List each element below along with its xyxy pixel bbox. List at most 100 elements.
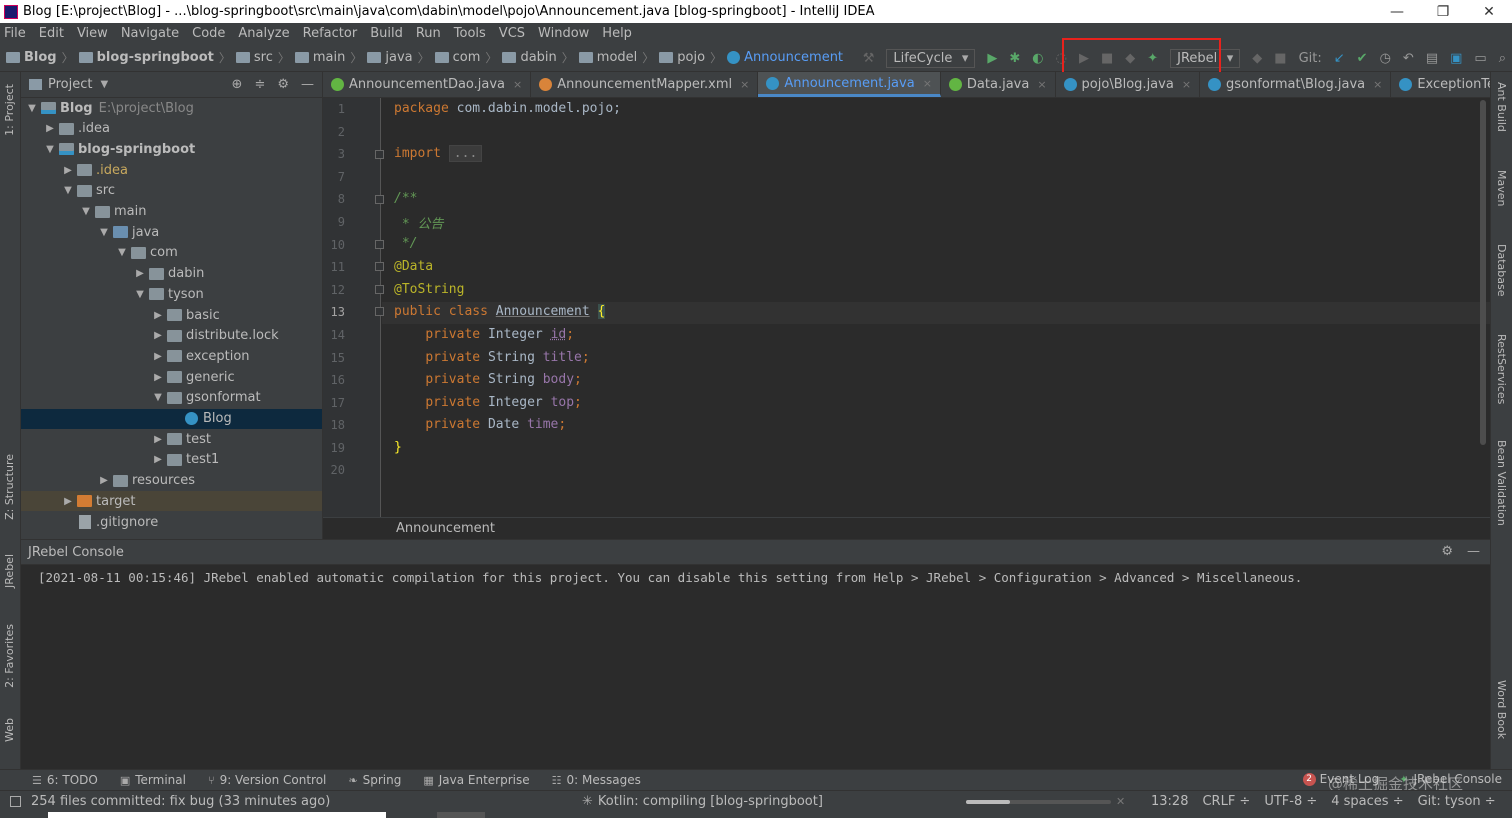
jrebel-update-icon[interactable]: ◆ [1252, 51, 1262, 66]
chevron-right-icon[interactable]: ▶ [151, 434, 165, 445]
chevron-down-icon[interactable]: ▼ [115, 247, 129, 258]
chevron-down-icon[interactable]: ▼ [43, 144, 57, 155]
chevron-right-icon[interactable]: ▶ [151, 351, 165, 362]
tree-item[interactable]: ▼ Blog E:\project\Blog [21, 98, 322, 118]
fold-marker-icon[interactable] [375, 150, 384, 159]
tree-item[interactable]: .gitignore [21, 512, 322, 532]
editor-tab[interactable]: ExceptionTest.java× [1391, 72, 1490, 97]
fold-marker-icon[interactable] [375, 307, 384, 316]
tool-tab-bean-validation[interactable]: Bean Validation [1495, 440, 1508, 526]
collapse-all-icon[interactable]: ≑ [254, 77, 265, 92]
fold-marker-icon[interactable] [375, 285, 384, 294]
menu-analyze[interactable]: Analyze [238, 26, 289, 41]
tree-item[interactable]: ▶ distribute.lock [21, 326, 322, 346]
tool-button-java-enterprise[interactable]: ▦ Java Enterprise [423, 773, 529, 787]
close-tab-icon[interactable]: × [923, 77, 932, 90]
menu-refactor[interactable]: Refactor [303, 26, 358, 41]
menu-vcs[interactable]: VCS [499, 26, 525, 41]
tool-button-terminal[interactable]: ▣ Terminal [120, 773, 186, 787]
chevron-down-icon[interactable]: ▼ [25, 103, 39, 114]
restore-button[interactable]: ❐ [1420, 4, 1466, 20]
chevron-down-icon[interactable]: ▼ [79, 206, 93, 217]
tree-item[interactable]: ▶ test1 [21, 450, 322, 470]
chevron-down-icon[interactable]: ▼ [151, 392, 165, 403]
breadcrumb-com[interactable]: com [434, 50, 480, 65]
chevron-right-icon[interactable]: ▶ [151, 454, 165, 465]
tool-tab-ant-build[interactable]: Ant Build [1495, 82, 1508, 132]
close-window-button[interactable]: ✕ [1466, 4, 1512, 20]
editor-tab[interactable]: AnnouncementDao.java × [323, 72, 532, 97]
chevron-right-icon[interactable]: ▶ [61, 496, 75, 507]
tool-tab-rest-services[interactable]: RestServices [1495, 334, 1508, 404]
tree-item[interactable]: ▼ tyson [21, 284, 322, 304]
menu-run[interactable]: Run [416, 26, 441, 41]
tree-item[interactable]: ▶ test [21, 429, 322, 449]
chevron-down-icon[interactable]: ▼ [97, 227, 111, 238]
editor-scrollbar[interactable] [1478, 98, 1488, 448]
menu-file[interactable]: File [4, 26, 26, 41]
tree-item[interactable]: ▼ com [21, 243, 322, 263]
menu-code[interactable]: Code [192, 26, 225, 41]
tool-button-version-control[interactable]: ⑂ 9: Version Control [208, 773, 326, 787]
project-structure-icon[interactable]: ▤ [1426, 51, 1438, 66]
line-separator-selector[interactable]: CRLF ÷ [1202, 794, 1250, 809]
menu-window[interactable]: Window [538, 26, 589, 41]
editor-tab[interactable]: gsonformat\Blog.java × [1200, 72, 1392, 97]
editor-tab[interactable]: AnnouncementMapper.xml × [531, 72, 759, 97]
chevron-down-icon[interactable]: ▼ [100, 79, 108, 90]
tool-tab-maven[interactable]: Maven [1495, 170, 1508, 206]
hide-panel-icon[interactable]: — [1467, 544, 1480, 559]
tree-item[interactable]: ▶ .idea [21, 119, 322, 139]
chevron-down-icon[interactable]: ▼ [61, 185, 75, 196]
menu-build[interactable]: Build [370, 26, 403, 41]
editor-structure-breadcrumb[interactable]: Announcement [323, 517, 1490, 539]
tool-button-spring[interactable]: ❧ Spring [348, 773, 401, 787]
tree-item[interactable]: ▼ blog-springboot [21, 139, 322, 159]
git-update-icon[interactable]: ↙ [1334, 51, 1345, 66]
code-editor[interactable]: 1 2 3 7 8 9 10 11 12 13 14 15 16 17 18 19 20 package com… [323, 98, 1490, 517]
locate-file-icon[interactable]: ⊕ [232, 77, 243, 92]
tree-item[interactable]: ▼ main [21, 202, 322, 222]
tool-tab-structure[interactable]: Z: Structure [3, 454, 16, 520]
tree-item[interactable]: ▶ .idea [21, 160, 322, 180]
close-tab-icon[interactable]: × [1182, 78, 1191, 91]
fold-marker-icon[interactable] [375, 262, 384, 271]
background-task-label[interactable]: Kotlin: compiling [blog-springboot] [598, 794, 823, 809]
search-everywhere-icon[interactable]: ⌕ [1499, 51, 1506, 66]
tool-tab-project[interactable]: 1: Project [3, 84, 16, 136]
tree-item[interactable]: ▶ generic [21, 367, 322, 387]
tool-tab-database[interactable]: Database [1495, 244, 1508, 297]
breadcrumb-pojo[interactable]: pojo [659, 50, 705, 65]
tree-item[interactable]: Blog [21, 408, 322, 429]
build-hammer-icon[interactable]: ⚒ [863, 51, 875, 66]
minimize-button[interactable]: — [1374, 4, 1420, 20]
breadcrumb-main[interactable]: main [294, 50, 345, 65]
project-view-dropdown[interactable]: Project [48, 77, 92, 92]
chevron-right-icon[interactable]: ▶ [43, 123, 57, 134]
coverage-icon[interactable]: ◐ [1032, 51, 1043, 66]
indent-selector[interactable]: 4 spaces ÷ [1331, 794, 1403, 809]
close-tab-icon[interactable]: × [740, 78, 749, 91]
breadcrumb-blog-springboot[interactable]: blog-springboot [78, 50, 214, 65]
folded-imports[interactable]: ... [448, 145, 483, 162]
editor-tab[interactable]: Data.java × [941, 72, 1056, 97]
chevron-down-icon[interactable]: ▼ [133, 289, 147, 300]
close-tab-icon[interactable]: × [513, 78, 522, 91]
chevron-right-icon[interactable]: ▶ [151, 310, 165, 321]
chevron-right-icon[interactable]: ▶ [151, 330, 165, 341]
toggle-tool-windows-icon[interactable] [10, 796, 21, 807]
git-history-icon[interactable]: ◷ [1380, 51, 1391, 66]
editor-tab[interactable]: pojo\Blog.java × [1056, 72, 1201, 97]
tree-item[interactable]: ▶ resources [21, 471, 322, 491]
breadcrumb-announcement[interactable]: Announcement [727, 50, 843, 65]
tree-item[interactable]: ▶ target [21, 491, 322, 512]
close-tab-icon[interactable]: × [1037, 78, 1046, 91]
tree-item[interactable]: ▶ exception [21, 346, 322, 366]
tool-tab-favorites[interactable]: 2: Favorites [3, 624, 16, 688]
chevron-right-icon[interactable]: ▶ [133, 268, 147, 279]
encoding-selector[interactable]: UTF-8 ÷ [1264, 794, 1317, 809]
tree-item[interactable]: ▶ dabin [21, 264, 322, 284]
tool-button-messages[interactable]: ☷ 0: Messages [552, 773, 641, 787]
git-rollback-icon[interactable]: ↶ [1403, 51, 1414, 66]
breadcrumb-src[interactable]: src [235, 50, 273, 65]
